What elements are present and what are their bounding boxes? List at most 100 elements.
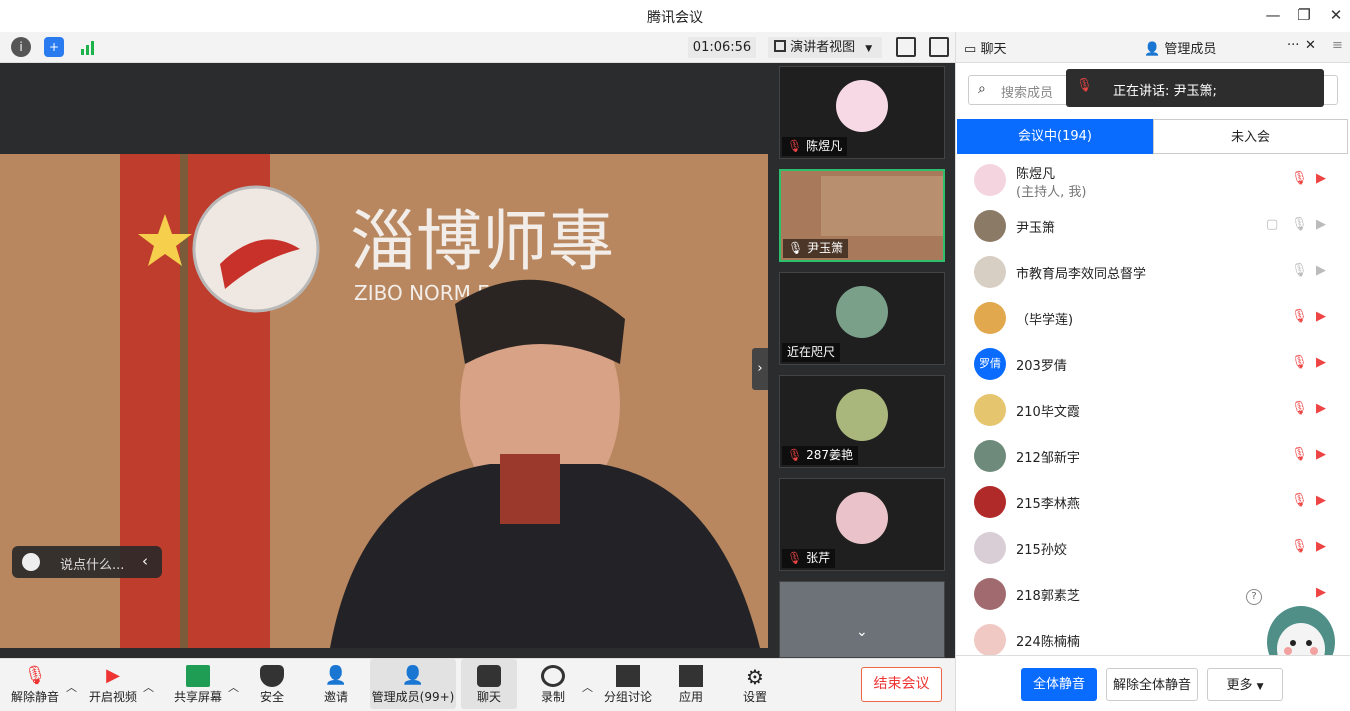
camera-icon[interactable]: ▶ (1316, 217, 1334, 235)
mic-icon[interactable]: 🎙 (1291, 217, 1309, 235)
video-tile[interactable]: 🎙 陈煜凡 (779, 66, 945, 159)
tile-name: 🎙 张芹 (782, 549, 836, 568)
tile-name: 🎙 尹玉箫 (783, 239, 849, 258)
segment-in-meeting[interactable]: 会议中(194) (957, 119, 1153, 154)
avatar (974, 486, 1006, 518)
member-row[interactable]: 215孙姣 🎙 ▶ (956, 525, 1350, 571)
apps-button[interactable]: 应用 (668, 659, 714, 709)
chevron-down-icon[interactable]: ⌄ (856, 624, 868, 640)
member-row[interactable]: 210毕文霞 🎙 ▶ (956, 387, 1350, 433)
chat-icon: ▭ (964, 42, 977, 57)
video-options-chevron[interactable]: ︿ (143, 679, 154, 695)
security-button[interactable]: 安全 (248, 659, 296, 709)
grid-icon (774, 40, 786, 52)
record-button[interactable]: 录制 (530, 659, 576, 709)
video-tile-active[interactable]: 🎙 尹玉箫 (779, 169, 945, 262)
chat-icon (477, 665, 501, 687)
more-button[interactable]: 更多 ▼ (1207, 668, 1283, 701)
unmute-button[interactable]: 🎙 解除静音 (6, 659, 64, 709)
speaker-focus-icon[interactable]: ▢ (1266, 217, 1284, 235)
mic-off-icon[interactable]: 🎙 (1291, 171, 1309, 189)
manage-members-button[interactable]: 👤 管理成员(99+) (370, 659, 456, 709)
video-tile[interactable]: 🎙 287姜艳 (779, 375, 945, 468)
shield-icon[interactable]: + (44, 37, 64, 57)
menu-icon[interactable]: ≡ (1332, 38, 1343, 53)
segment-not-joined[interactable]: 未入会 (1153, 119, 1348, 154)
end-meeting-button[interactable]: 结束会议 (861, 667, 942, 702)
signal-icon[interactable] (78, 37, 98, 57)
mic-off-icon[interactable]: 🎙 (1291, 309, 1309, 327)
invite-button[interactable]: 👤 邀请 (312, 659, 360, 709)
unmute-all-button[interactable]: 解除全体静音 (1106, 668, 1198, 701)
avatar (974, 164, 1006, 196)
camera-off-icon[interactable]: ▶ (1316, 171, 1334, 189)
emoji-icon[interactable] (22, 553, 40, 571)
title-bar: 腾讯会议 — ❐ ✕ (0, 0, 1350, 32)
avatar (974, 624, 1006, 655)
participant-strip: › 🎙 陈煜凡 🎙 尹玉箫 近在咫尺 🎙 287姜艳 🎙 张芹 ⌄ (752, 63, 955, 658)
mute-all-button[interactable]: 全体静音 (1021, 668, 1097, 701)
chat-button[interactable]: 聊天 (461, 659, 517, 709)
mic-off-icon[interactable]: 🎙 (1291, 447, 1309, 465)
member-name: 210毕文霞 (1016, 405, 1080, 420)
share-options-chevron[interactable]: ︿ (228, 679, 239, 695)
member-row[interactable]: 市教育局李效同总督学 🎙 ▶ (956, 249, 1350, 295)
minimize-icon[interactable]: — (1263, 6, 1283, 26)
people-icon: 👤 (401, 665, 425, 686)
camera-icon[interactable]: ▶ (1316, 263, 1334, 281)
member-row[interactable]: 尹玉箫 ▢ 🎙 ▶ (956, 203, 1350, 249)
collapse-chat-icon[interactable]: ‹ (142, 552, 148, 570)
member-row[interactable]: （毕学莲) 🎙 ▶ (956, 295, 1350, 341)
member-row[interactable]: 陈煜凡 (主持人, 我) 🎙 ▶ (956, 157, 1350, 203)
strip-toggle-icon[interactable]: › (752, 348, 768, 390)
unmute-options-chevron[interactable]: ︿ (66, 679, 77, 695)
start-video-button[interactable]: ▶ 开启视频 (84, 659, 142, 709)
avatar (974, 210, 1006, 242)
mic-off-icon[interactable]: 🎙 (1291, 493, 1309, 511)
close-panel-icon[interactable]: ✕ (1305, 38, 1316, 53)
close-icon[interactable]: ✕ (1326, 6, 1346, 26)
settings-button[interactable]: ⚙ 设置 (731, 659, 779, 709)
member-row[interactable]: 215李林燕 🎙 ▶ (956, 479, 1350, 525)
restore-icon[interactable]: ❐ (1294, 6, 1314, 26)
meeting-window: 腾讯会议 — ❐ ✕ i + 01:06:56 演讲者视图 ▼ 淄博师專 ZIB… (0, 0, 1350, 711)
tab-chat[interactable]: ▭ 聊天 (964, 38, 1006, 57)
sidebar-toggle-icon[interactable] (929, 37, 949, 57)
camera-off-icon[interactable]: ▶ (1316, 539, 1334, 557)
share-screen-button[interactable]: 共享屏幕 (167, 659, 229, 709)
member-row[interactable]: 212邹新宇 🎙 ▶ (956, 433, 1350, 479)
tab-members[interactable]: 👤 管理成员 (1144, 38, 1216, 57)
member-row[interactable]: 罗倩 203罗倩 🎙 ▶ (956, 341, 1350, 387)
record-options-chevron[interactable]: ︿ (582, 679, 593, 695)
members-panel: ▭ 聊天 👤 管理成员 ··· ✕ ≡ ⌕ 搜索成员 🎙 正在讲话: 尹玉箫; … (955, 32, 1350, 711)
avatar: 罗倩 (974, 348, 1006, 380)
fullscreen-icon[interactable] (896, 37, 916, 57)
quick-chat-input[interactable]: 说点什么... ‹ (12, 546, 162, 578)
mic-off-icon[interactable]: 🎙 (1291, 401, 1309, 419)
main-video-area: 淄博师專 ZIBO NORM EGE 说点什么... ‹ (0, 63, 768, 658)
member-name: 市教育局李效同总督学 (1016, 267, 1147, 282)
camera-off-icon[interactable]: ▶ (1316, 355, 1334, 373)
avatar (974, 578, 1006, 610)
video-tile[interactable]: 近在咫尺 (779, 272, 945, 365)
camera-off-icon[interactable]: ▶ (1316, 401, 1334, 419)
camera-off-icon[interactable]: ▶ (1316, 493, 1334, 511)
breakout-button[interactable]: 分组讨论 (600, 659, 656, 709)
info-icon[interactable]: i (11, 37, 31, 57)
more-icon[interactable]: ··· (1287, 38, 1299, 53)
mic-off-icon[interactable]: 🎙 (1291, 355, 1309, 373)
avatar (974, 256, 1006, 288)
view-mode-dropdown[interactable]: 演讲者视图 ▼ (768, 37, 882, 58)
mic-off-icon[interactable]: 🎙 (1291, 539, 1309, 557)
shield-icon (260, 665, 284, 687)
camera-off-icon[interactable]: ▶ (1316, 309, 1334, 327)
help-icon[interactable]: ? (1246, 589, 1262, 605)
video-tile[interactable]: 🎙 张芹 (779, 478, 945, 571)
avatar (974, 440, 1006, 472)
avatar (836, 286, 888, 338)
gear-icon: ⚙ (746, 665, 764, 689)
camera-off-icon[interactable]: ▶ (1316, 447, 1334, 465)
mic-icon[interactable]: 🎙 (1291, 263, 1309, 281)
video-tile[interactable]: ⌄ (779, 581, 945, 658)
member-name: 212邹新宇 (1016, 451, 1080, 466)
